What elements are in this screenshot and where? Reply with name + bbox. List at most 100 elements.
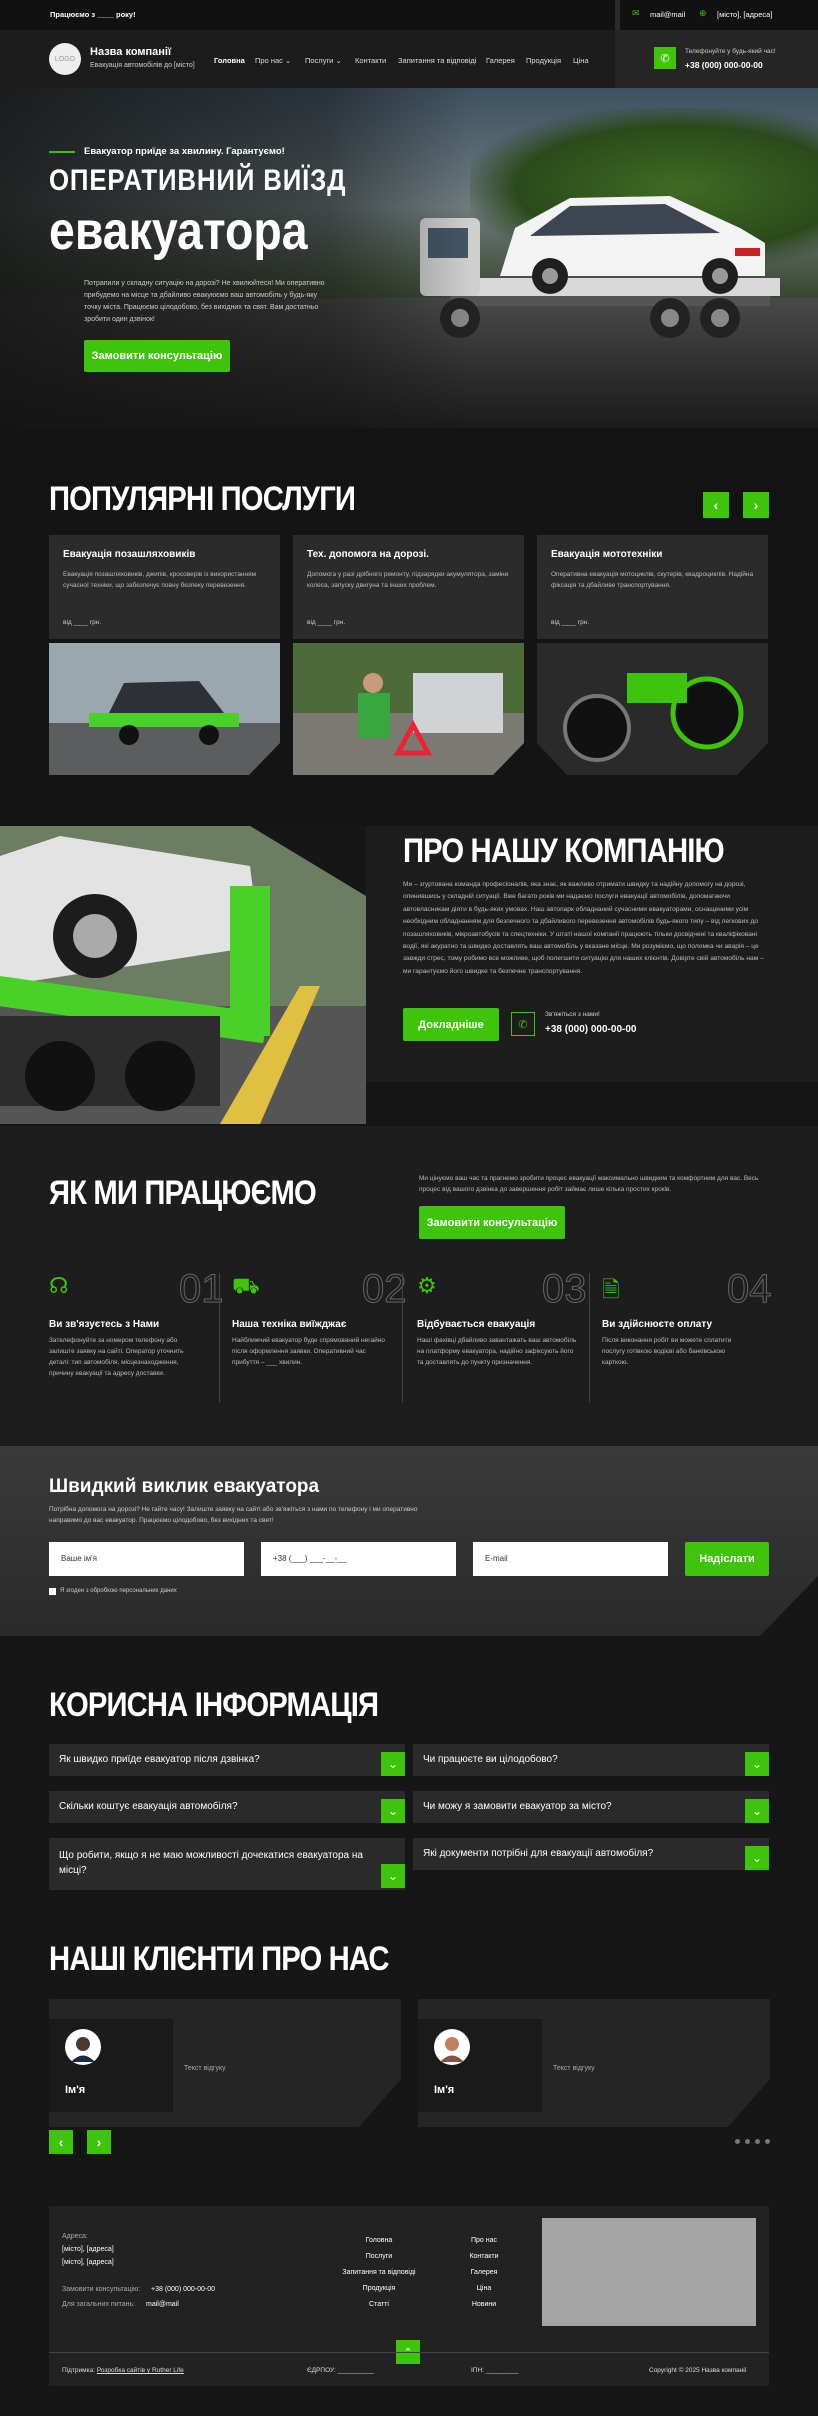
footer-link[interactable]: Ціна (454, 2285, 514, 2292)
step-card: 🗎 04 Ви здійснюєте оплату Після виконанн… (602, 1267, 777, 1403)
tow-truck-image (420, 196, 780, 338)
service-card[interactable]: Евакуація позашляховиків Евакуація позаш… (49, 535, 280, 639)
faq-item[interactable]: Як швидко приїде евакуатор після дзвінка… (49, 1744, 405, 1776)
footer-link[interactable]: Контакти (454, 2253, 514, 2260)
consent-checkbox[interactable] (49, 1588, 56, 1595)
hero: Евакуатор приїде за хвилину. Гарантуємо!… (0, 88, 818, 428)
top-email[interactable]: mail@mail (650, 10, 685, 19)
phone-field[interactable]: +38 (___) ___-__-__ (261, 1542, 456, 1576)
services-title: ПОПУЛЯРНІ ПОСЛУГИ (49, 480, 356, 518)
footer-link[interactable]: Новини (454, 2301, 514, 2308)
company-name: Назва компанії (90, 46, 172, 58)
reviews-prev-button[interactable]: ‹ (49, 2130, 73, 2154)
footer-link[interactable]: Галерея (454, 2269, 514, 2276)
top-address: [місто], [адреса] (717, 10, 773, 19)
how-section: ЯК МИ ПРАЦЮЄМО Ми цінуємо ваш час та пра… (0, 1126, 818, 1446)
service-card[interactable]: Тех. допомога на дорозі. Допомога у разі… (293, 535, 524, 639)
pager-dot[interactable] (765, 2139, 770, 2144)
map-placeholder[interactable] (542, 2218, 756, 2326)
nav-home[interactable]: Головна (214, 56, 245, 65)
faq-item[interactable]: Скільки коштує евакуація автомобіля? ⌄ (49, 1791, 405, 1823)
nav-gallery[interactable]: Галерея (486, 56, 515, 65)
nav-price[interactable]: Ціна (573, 56, 589, 65)
how-title: ЯК МИ ПРАЦЮЄМО (49, 1174, 317, 1212)
service-image-suv (49, 643, 280, 775)
footer-link[interactable]: Послуги (339, 2253, 419, 2260)
invoice-icon: 🗎 (602, 1277, 620, 1302)
email-field[interactable]: E-mail (473, 1542, 668, 1576)
faq-item[interactable]: Чи працюєте ви цілодобово? ⌄ (413, 1744, 769, 1776)
chevron-down-icon[interactable]: ⌄ (745, 1846, 769, 1870)
service-price: від ____ грн. (307, 619, 346, 626)
header: LOGO Назва компанії Евакуація автомобілі… (0, 30, 818, 88)
logo[interactable]: LOGO (49, 43, 81, 75)
mail-icon: ✉ (632, 8, 640, 18)
hero-title-line1: ОПЕРАТИВНИЙ ВИЇЗД (49, 164, 347, 197)
services-prev-button[interactable]: ‹ (703, 492, 729, 518)
service-card[interactable]: Евакуація мототехніки Оперативна евакуац… (537, 535, 768, 639)
reviewer-name: Ім'я (65, 2084, 86, 2096)
consent-label: Я згоден з обробкою персональних даних (60, 1588, 177, 1594)
footer-link[interactable]: Продукція (339, 2285, 419, 2292)
footer-address-label: Адреса: (62, 2233, 88, 2240)
faq-item[interactable]: Що робити, якщо я не маю можливості доче… (49, 1838, 405, 1890)
footer-link[interactable]: Про нас (454, 2237, 514, 2244)
phone-icon[interactable]: ✆ (654, 47, 676, 69)
services-next-button[interactable]: › (743, 492, 769, 518)
how-cta-button[interactable]: Замовити консультацію (419, 1206, 565, 1239)
about-phone[interactable]: +38 (000) 000-00-00 (545, 1024, 636, 1035)
service-price: від ____ грн. (551, 619, 590, 626)
step-title: Ви здійснюєте оплату (602, 1319, 713, 1330)
name-field[interactable]: Ваше ім'я (49, 1542, 244, 1576)
footer-link[interactable]: Головна (339, 2237, 419, 2244)
header-phone[interactable]: +38 (000) 000-00-00 (685, 60, 763, 70)
nav-about[interactable]: Про нас ⌄ (255, 56, 291, 65)
chevron-down-icon[interactable]: ⌄ (381, 1864, 405, 1888)
nav-products[interactable]: Продукція (526, 56, 561, 65)
faq-item[interactable]: Чи можу я замовити евакуатор за місто? ⌄ (413, 1791, 769, 1823)
hero-title-line2: евакуатора (49, 201, 308, 261)
developer-link[interactable]: Розробка сайтів у Ruther Life (97, 2367, 184, 2374)
footer-ipn: ІПН: _________ (471, 2367, 519, 2374)
service-name: Евакуація мототехніки (551, 549, 663, 560)
review-card: Ім'я Текст відгуку (418, 1999, 770, 2127)
pager-dot[interactable] (745, 2139, 750, 2144)
review-text: Текст відгуку (553, 2065, 595, 2072)
chevron-down-icon[interactable]: ⌄ (381, 1799, 405, 1823)
nav-contacts[interactable]: Контакти (355, 56, 386, 65)
how-text: Ми цінуємо ваш час та прагнемо зробити п… (419, 1175, 759, 1193)
avatar (434, 2029, 470, 2065)
step-text: Після виконання робіт ви можете сплатити… (602, 1337, 732, 1366)
nav-faq[interactable]: Запитання та відповіді (398, 56, 476, 65)
footer-phone[interactable]: +38 (000) 000-00-00 (151, 2286, 215, 2293)
footer-link[interactable]: Статті (339, 2301, 419, 2308)
footer-address-1: [місто], [адреса] (62, 2246, 114, 2253)
about-text: Ми – згуртована команда професіоналів, я… (403, 881, 764, 975)
chevron-down-icon[interactable]: ⌄ (745, 1752, 769, 1776)
quick-call-text: Потрібна допомога на дорозі? Не гайте ча… (49, 1506, 418, 1524)
faq-item[interactable]: Які документи потрібні для евакуації авт… (413, 1838, 769, 1870)
footer-email[interactable]: mail@mail (146, 2301, 179, 2308)
reviews-next-button[interactable]: › (87, 2130, 111, 2154)
faq-section: КОРИСНА ІНФОРМАЦІЯ Як швидко приїде евак… (0, 1636, 818, 1956)
chevron-down-icon[interactable]: ⌄ (381, 1752, 405, 1776)
footer-copyright: Copyright © 2025 Назва компанії (649, 2367, 747, 2374)
submit-button[interactable]: Надіслати (685, 1542, 769, 1576)
company-tagline: Евакуація автомобілів до [місто] (90, 62, 195, 69)
hero-cta-button[interactable]: Замовити консультацію (84, 340, 230, 372)
step-text: Зателефонуйте за номером телефону або за… (49, 1337, 184, 1377)
footer-link[interactable]: Запитання та відповіді (319, 2269, 439, 2276)
pager-dot[interactable] (735, 2139, 740, 2144)
step-card: ☊ 01 Ви зв'язуєтесь з Нами Зателефонуйте… (49, 1267, 224, 1403)
nav-services[interactable]: Послуги ⌄ (305, 56, 342, 65)
step-number: 02 (362, 1267, 407, 1312)
pager-dot[interactable] (755, 2139, 760, 2144)
page-root: { "topbar":{"schedule":"Працюємо з ____ … (0, 0, 818, 2416)
chevron-down-icon[interactable]: ⌄ (745, 1799, 769, 1823)
step-text: Найближчий евакуатор буде спрямований не… (232, 1337, 385, 1366)
truck-icon: ⛟ (232, 1273, 260, 1298)
about-more-button[interactable]: Докладніше (403, 1008, 499, 1041)
step-card: ⛟ 02 Наша техніка виїжджає Найближчий ев… (232, 1267, 407, 1403)
phone-icon[interactable]: ✆ (511, 1012, 535, 1036)
footer-support: Підтримка: Розробка сайтів у Ruther Life (62, 2367, 184, 2374)
